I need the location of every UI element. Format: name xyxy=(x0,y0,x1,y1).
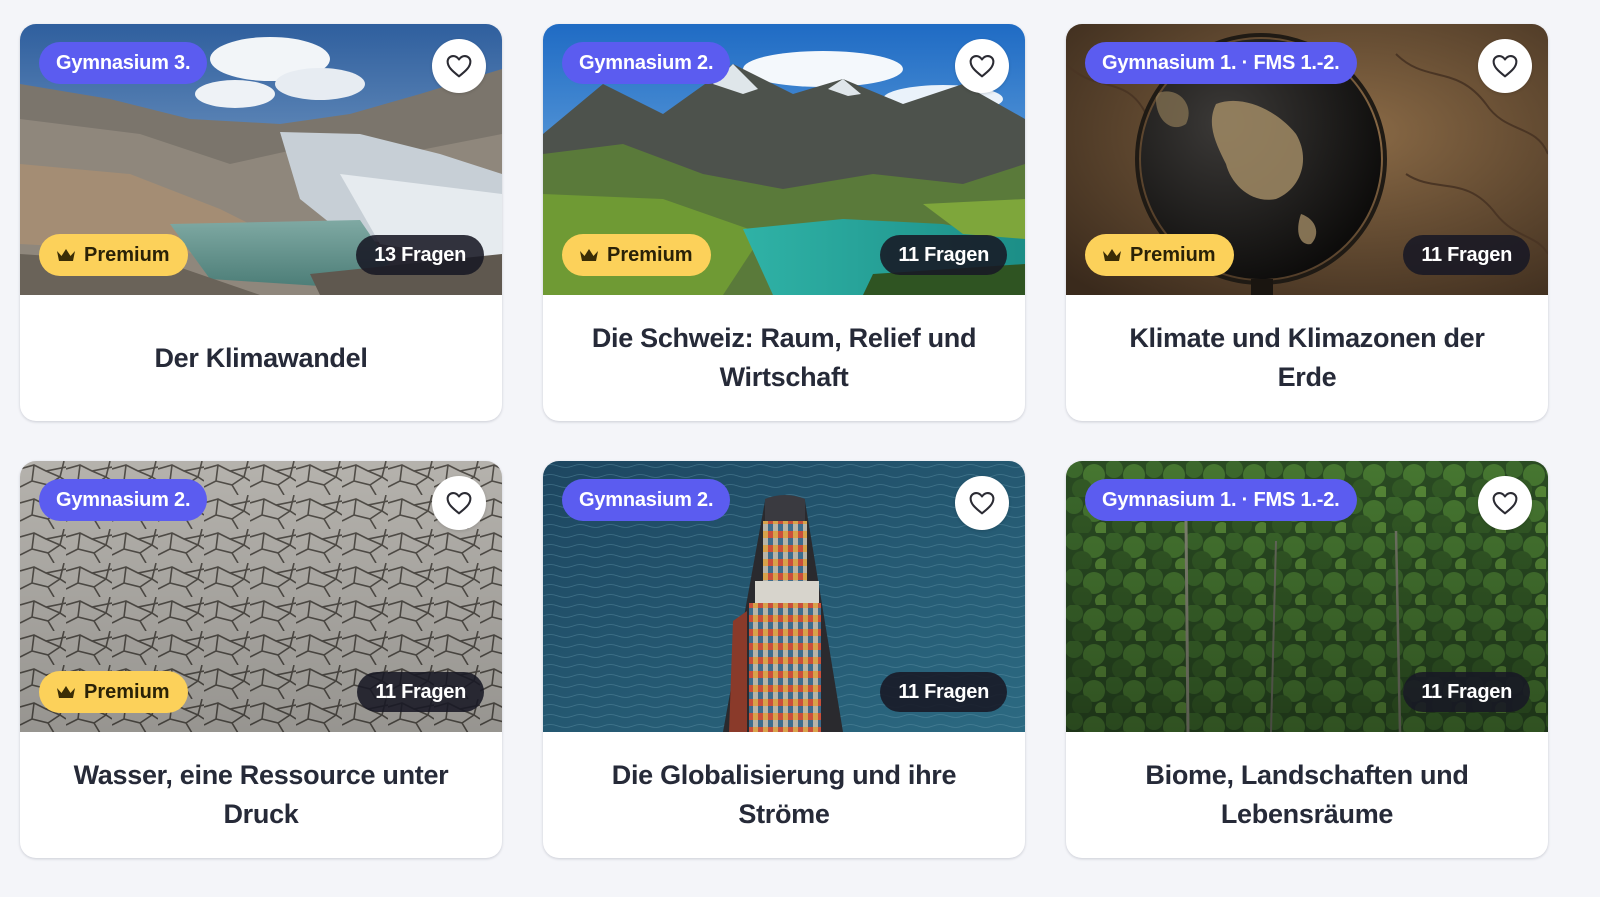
crown-icon xyxy=(57,249,75,261)
level-badge: Gymnasium 3. xyxy=(39,42,208,84)
level-badge: Gymnasium 1. · FMS 1.-2. xyxy=(1085,42,1357,84)
premium-badge: Premium xyxy=(39,234,188,276)
card-title: Biome, Landschaften und Lebensräume xyxy=(1145,760,1469,829)
course-card-grid: Gymnasium 3. Premium 13 Fragen Der Klima… xyxy=(20,24,1548,858)
course-card[interactable]: Gymnasium 1. · FMS 1.-2. Premium 11 Frag… xyxy=(1066,24,1548,421)
card-title: Der Klimawandel xyxy=(154,342,368,373)
premium-badge: Premium xyxy=(562,234,711,276)
question-count-badge: 11 Fragen xyxy=(1403,235,1530,275)
level-badge: Gymnasium 2. xyxy=(562,42,731,84)
card-image: Gymnasium 2. Premium 11 Fragen xyxy=(543,24,1025,295)
heart-outline-icon xyxy=(446,55,472,78)
crown-icon xyxy=(57,686,75,698)
premium-label: Premium xyxy=(1130,243,1216,266)
card-image: Gymnasium 3. Premium 13 Fragen xyxy=(20,24,502,295)
premium-label: Premium xyxy=(607,243,693,266)
heart-outline-icon xyxy=(969,55,995,78)
premium-label: Premium xyxy=(84,680,170,703)
level-badge: Gymnasium 2. xyxy=(39,479,208,521)
question-count-badge: 11 Fragen xyxy=(880,672,1007,712)
course-card[interactable]: Gymnasium 1. · FMS 1.-2. 11 Fragen Biome… xyxy=(1066,461,1548,858)
favorite-button[interactable] xyxy=(432,39,486,93)
card-title: Die Globalisierung und ihre Ströme xyxy=(611,760,957,829)
card-title: Die Schweiz: Raum, Relief und Wirtschaft xyxy=(591,323,977,392)
level-badge: Gymnasium 2. xyxy=(562,479,731,521)
question-count-badge: 13 Fragen xyxy=(356,235,484,275)
card-image: Gymnasium 1. · FMS 1.-2. Premium 11 Frag… xyxy=(1066,24,1548,295)
heart-outline-icon xyxy=(446,492,472,515)
course-card[interactable]: Gymnasium 2. 11 Fragen Die Globalisierun… xyxy=(543,461,1025,858)
card-image: Gymnasium 1. · FMS 1.-2. 11 Fragen xyxy=(1066,461,1548,732)
course-card[interactable]: Gymnasium 3. Premium 13 Fragen Der Klima… xyxy=(20,24,502,421)
favorite-button[interactable] xyxy=(432,476,486,530)
card-title: Wasser, eine Ressource unter Druck xyxy=(73,760,449,829)
premium-badge: Premium xyxy=(1085,234,1234,276)
heart-outline-icon xyxy=(969,492,995,515)
heart-outline-icon xyxy=(1492,492,1518,515)
question-count-badge: 11 Fragen xyxy=(880,235,1007,275)
card-title: Klimate und Klimazonen der Erde xyxy=(1129,323,1485,392)
course-card[interactable]: Gymnasium 2. Premium 11 Fragen Die Schwe… xyxy=(543,24,1025,421)
favorite-button[interactable] xyxy=(1478,476,1532,530)
heart-outline-icon xyxy=(1492,55,1518,78)
card-image: Gymnasium 2. Premium 11 Fragen xyxy=(20,461,502,732)
crown-icon xyxy=(1103,249,1121,261)
card-image: Gymnasium 2. 11 Fragen xyxy=(543,461,1025,732)
premium-badge: Premium xyxy=(39,671,188,713)
favorite-button[interactable] xyxy=(955,39,1009,93)
question-count-badge: 11 Fragen xyxy=(1403,672,1530,712)
favorite-button[interactable] xyxy=(955,476,1009,530)
level-badge: Gymnasium 1. · FMS 1.-2. xyxy=(1085,479,1357,521)
course-card[interactable]: Gymnasium 2. Premium 11 Fragen Wasser, e… xyxy=(20,461,502,858)
crown-icon xyxy=(580,249,598,261)
favorite-button[interactable] xyxy=(1478,39,1532,93)
premium-label: Premium xyxy=(84,243,170,266)
question-count-badge: 11 Fragen xyxy=(357,672,484,712)
